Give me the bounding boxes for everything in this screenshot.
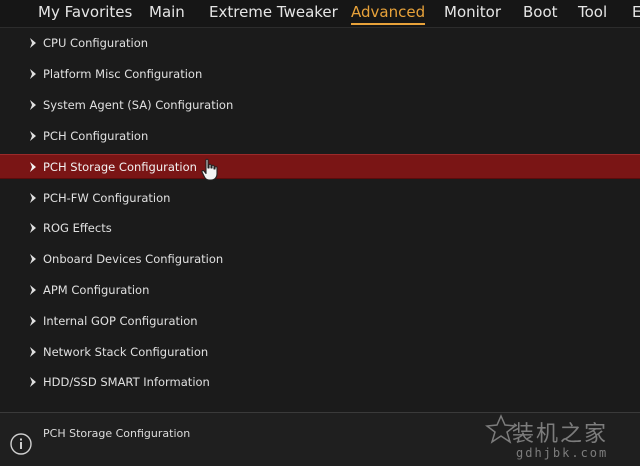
help-description: PCH Storage Configuration bbox=[43, 427, 191, 440]
chevron-right-icon bbox=[30, 131, 36, 141]
watermark: 装机之家 gdhjbk.com bbox=[480, 408, 640, 466]
tab-main[interactable]: Main bbox=[149, 2, 185, 22]
chevron-right-icon bbox=[30, 316, 36, 326]
menu-item-label: ROG Effects bbox=[43, 221, 112, 235]
info-icon[interactable] bbox=[10, 433, 32, 455]
bios-screen: My Favorites Main Extreme Tweaker Advanc… bbox=[0, 0, 640, 466]
chevron-right-icon bbox=[30, 69, 36, 79]
menu-item-label: Internal GOP Configuration bbox=[43, 314, 198, 328]
menu-item-pch-configuration[interactable]: PCH Configuration bbox=[0, 125, 640, 148]
menu-item-onboard-devices-configuration[interactable]: Onboard Devices Configuration bbox=[0, 248, 640, 271]
menu-item-label: Platform Misc Configuration bbox=[43, 67, 203, 81]
watermark-title: 装机之家 bbox=[512, 422, 609, 447]
hand-pointer-icon bbox=[201, 158, 218, 181]
menu-item-label: System Agent (SA) Configuration bbox=[43, 98, 234, 112]
menu-item-platform-misc-configuration[interactable]: Platform Misc Configuration bbox=[0, 63, 640, 86]
chevron-right-icon bbox=[30, 162, 36, 172]
tab-exit-partial[interactable]: E bbox=[632, 2, 640, 22]
menu-item-network-stack-configuration[interactable]: Network Stack Configuration bbox=[0, 341, 640, 364]
top-nav: My Favorites Main Extreme Tweaker Advanc… bbox=[0, 0, 640, 28]
menu-item-label: PCH-FW Configuration bbox=[43, 191, 171, 205]
tab-my-favorites[interactable]: My Favorites bbox=[38, 2, 132, 22]
tab-monitor[interactable]: Monitor bbox=[444, 2, 501, 22]
chevron-right-icon bbox=[30, 193, 36, 203]
chevron-right-icon bbox=[30, 377, 36, 387]
menu-item-label: Network Stack Configuration bbox=[43, 345, 209, 359]
menu-item-pch-fw-configuration[interactable]: PCH-FW Configuration bbox=[0, 187, 640, 210]
menu-item-label: CPU Configuration bbox=[43, 36, 149, 50]
tab-extreme-tweaker[interactable]: Extreme Tweaker bbox=[209, 2, 338, 22]
tab-advanced[interactable]: Advanced bbox=[351, 2, 426, 25]
menu-item-pch-storage-configuration[interactable]: PCH Storage Configuration bbox=[0, 154, 640, 179]
watermark-url: gdhjbk.com bbox=[516, 446, 609, 460]
menu-item-cpu-configuration[interactable]: CPU Configuration bbox=[0, 32, 640, 55]
chevron-right-icon bbox=[30, 254, 36, 264]
chevron-right-icon bbox=[30, 223, 36, 233]
menu-item-label: APM Configuration bbox=[43, 283, 150, 297]
menu-item-label: PCH Storage Configuration bbox=[43, 160, 197, 174]
menu-item-system-agent-configuration[interactable]: System Agent (SA) Configuration bbox=[0, 94, 640, 117]
menu-item-label: Onboard Devices Configuration bbox=[43, 252, 224, 266]
chevron-right-icon bbox=[30, 100, 36, 110]
menu-item-internal-gop-configuration[interactable]: Internal GOP Configuration bbox=[0, 310, 640, 333]
tab-tool[interactable]: Tool bbox=[578, 2, 607, 22]
menu-item-label: HDD/SSD SMART Information bbox=[43, 375, 210, 389]
tab-boot[interactable]: Boot bbox=[523, 2, 558, 22]
menu-item-apm-configuration[interactable]: APM Configuration bbox=[0, 279, 640, 302]
chevron-right-icon bbox=[30, 285, 36, 295]
menu-item-label: PCH Configuration bbox=[43, 129, 149, 143]
chevron-right-icon bbox=[30, 347, 36, 357]
menu-item-hdd-ssd-smart-information[interactable]: HDD/SSD SMART Information bbox=[0, 371, 640, 394]
chevron-right-icon bbox=[30, 38, 36, 48]
menu-item-rog-effects[interactable]: ROG Effects bbox=[0, 217, 640, 240]
